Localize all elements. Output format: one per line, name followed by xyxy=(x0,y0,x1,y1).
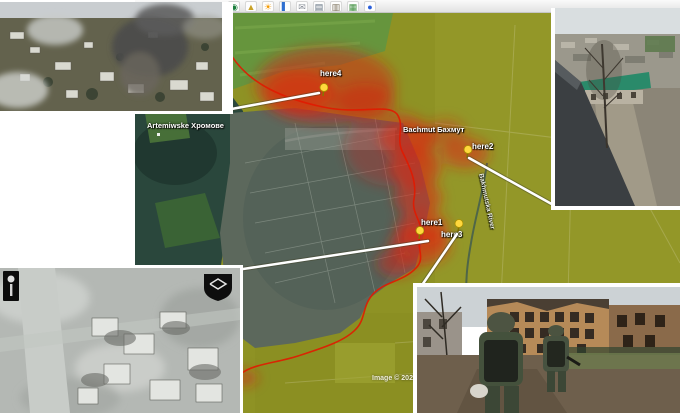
maps-icon[interactable]: ▦ xyxy=(347,1,359,12)
pin-label: here4 xyxy=(320,69,341,78)
pushpin-icon xyxy=(462,145,472,159)
pin-label: here1 xyxy=(421,218,442,227)
aerial-city-smoke-photo xyxy=(0,2,233,114)
map-pin-here4[interactable]: here4 xyxy=(318,83,328,97)
collage-canvas: ◉ ▲ ☀ ▌ ✉ ▤ ▥ ▦ ● xyxy=(0,0,680,413)
town-marker-dot xyxy=(157,133,160,136)
drone-ruins-photo xyxy=(0,265,243,413)
map-pin-here1[interactable]: here1 xyxy=(414,226,424,240)
pin-label: here2 xyxy=(472,142,493,151)
map-pin-here2[interactable]: here2 xyxy=(462,145,472,159)
pushpin-icon xyxy=(318,83,328,97)
unit-emblem-left xyxy=(3,271,19,301)
sunlight-icon[interactable]: ☀ xyxy=(262,1,274,12)
save-image-icon[interactable]: ▥ xyxy=(330,1,342,12)
soldiers-street-photo xyxy=(413,283,680,413)
print-icon[interactable]: ▤ xyxy=(313,1,325,12)
rooftop-town-view-photo xyxy=(551,8,680,210)
map-pin-here3[interactable]: here3 xyxy=(453,219,463,233)
email-icon[interactable]: ✉ xyxy=(296,1,308,12)
ruler-icon[interactable]: ▌ xyxy=(279,1,291,12)
image-overlay-icon[interactable]: ▲ xyxy=(245,1,257,12)
pushpin-icon xyxy=(414,226,424,240)
pin-label: here3 xyxy=(441,230,462,239)
globe-icon[interactable]: ● xyxy=(364,1,376,12)
